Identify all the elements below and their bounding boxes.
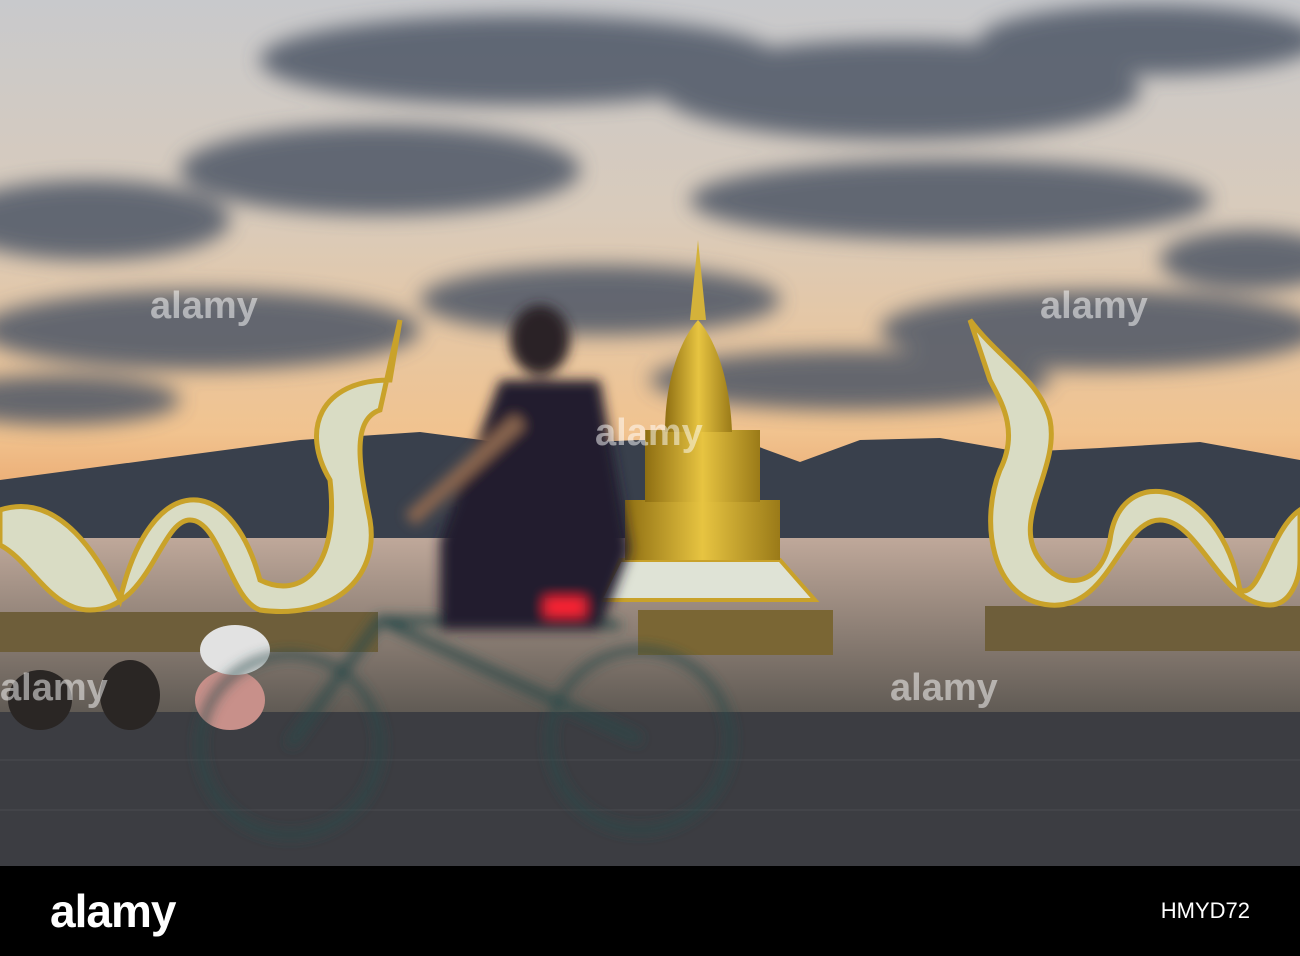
promenade — [0, 712, 1300, 866]
platform-left — [0, 612, 378, 652]
watermark: alamy — [595, 412, 703, 454]
watermark: alamy — [1040, 285, 1148, 327]
image-code: HMYD72 — [1160, 898, 1250, 923]
platform-right — [985, 606, 1300, 651]
watermark: alamy — [890, 667, 998, 709]
watermark: alamy — [150, 285, 258, 327]
watermark: alamy — [0, 667, 108, 709]
photo-frame: alamy alamy alamy alamy alamy alamy HMYD… — [0, 0, 1300, 956]
footer-bar: alamy HMYD72 — [0, 866, 1300, 956]
photo-sunset-lake-naga-pagoda: alamy alamy alamy alamy alamy — [0, 0, 1300, 866]
alamy-logo: alamy — [50, 885, 176, 937]
